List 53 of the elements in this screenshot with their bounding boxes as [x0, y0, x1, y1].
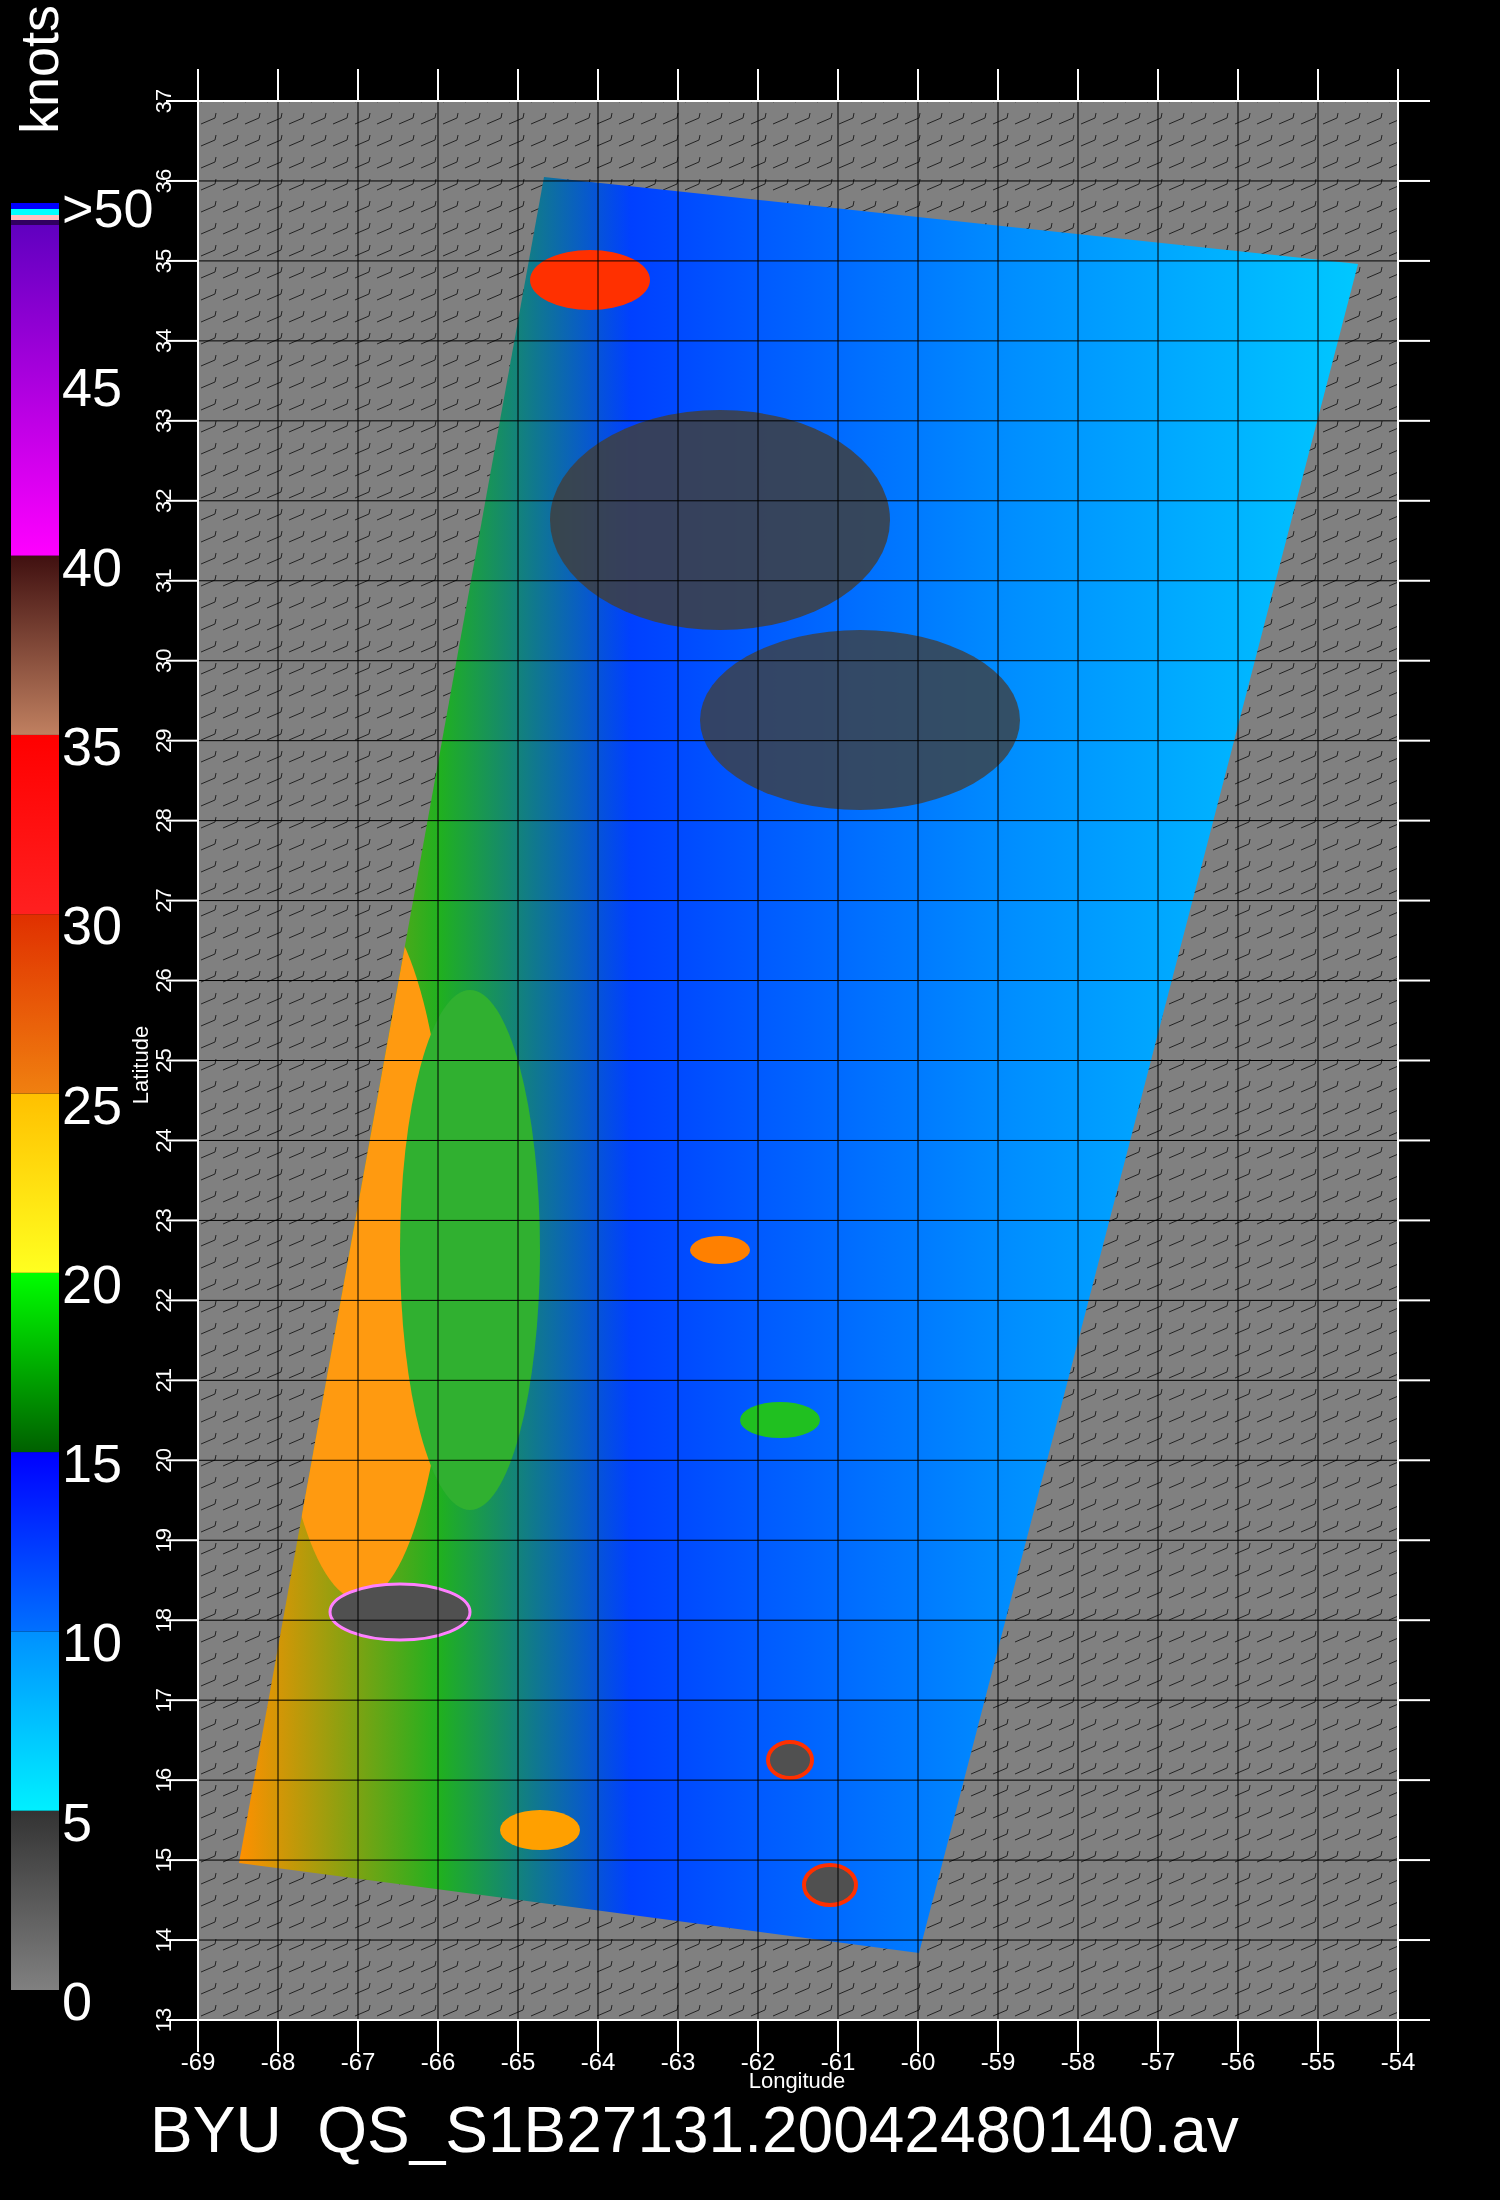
colorbar-tick-label: 15: [62, 1433, 123, 1494]
latitude-tick-label: 21: [151, 1368, 176, 1393]
colorbar-tick-label: >50: [62, 178, 154, 238]
latitude-tick-label: 36: [151, 168, 176, 194]
latitude-tick-label: 27: [151, 888, 176, 913]
colorbar-tick-label: 5: [62, 1791, 93, 1852]
latitude-tick-label: 37: [151, 88, 176, 114]
longitude-tick-label: -66: [420, 2048, 456, 2075]
colorbar-tick-label: 0: [62, 1971, 93, 2031]
latitude-tick-label: 33: [151, 408, 176, 434]
colorbar-tick-label: 45: [62, 357, 123, 418]
latitude-tick-label: 32: [151, 488, 176, 514]
colorbar-tick-label: 40: [62, 536, 123, 597]
longitude-tick-label: -54: [1380, 2048, 1416, 2075]
latitude-tick-label: 18: [151, 1607, 176, 1633]
latitude-tick-label: 28: [151, 808, 176, 833]
longitude-tick-label: -68: [260, 2048, 296, 2075]
longitude-tick-label: -69: [180, 2048, 216, 2075]
longitude-tick-label: -57: [1140, 2048, 1176, 2075]
longitude-tick-label: -67: [340, 2048, 376, 2075]
latitude-tick-label: 25: [151, 1048, 176, 1073]
latitude-tick-label: 29: [151, 728, 176, 753]
colorbar-tick-label: 25: [62, 1074, 123, 1135]
latitude-tick-label: 24: [151, 1128, 176, 1153]
longitude-tick-label: -60: [900, 2048, 936, 2075]
latitude-tick-label: 34: [151, 328, 176, 354]
longitude-tick-label: -63: [660, 2048, 696, 2075]
image-title: BYU QS_S1B27131.20042480140.av: [150, 2094, 1239, 2166]
longitude-tick-label: -55: [1300, 2048, 1336, 2075]
latitude-tick-label: 22: [151, 1288, 176, 1313]
latitude-tick-label: 14: [151, 1927, 176, 1953]
longitude-tick-label: -56: [1220, 2048, 1256, 2075]
latitude-tick-label: 13: [151, 2007, 176, 2033]
latitude-axis-label: Latitude: [128, 1025, 153, 1105]
colorbar-tick-label: 10: [62, 1612, 123, 1673]
colorbar-tick-label: 20: [62, 1253, 123, 1314]
colorbar-tick-label: 35: [62, 715, 123, 776]
latitude-tick-label: 17: [151, 1687, 176, 1713]
colorbar-tick-label: 30: [62, 895, 123, 956]
longitude-tick-label: -65: [500, 2048, 536, 2075]
latitude-tick-label: 20: [151, 1448, 176, 1473]
latitude-tick-label: 26: [151, 968, 176, 993]
colorbar-unit-label: knots: [9, 5, 69, 135]
latitude-tick-label: 31: [151, 568, 176, 593]
latitude-tick-label: 35: [151, 248, 176, 274]
longitude-tick-label: -58: [1060, 2048, 1096, 2075]
latitude-tick-label: 30: [151, 648, 176, 673]
latitude-tick-label: 19: [151, 1528, 176, 1553]
longitude-tick-label: -59: [980, 2048, 1016, 2075]
latitude-tick-label: 23: [151, 1208, 176, 1233]
latitude-tick-label: 16: [151, 1767, 176, 1793]
longitude-tick-label: -64: [580, 2048, 616, 2075]
latitude-tick-label: 15: [151, 1847, 176, 1873]
